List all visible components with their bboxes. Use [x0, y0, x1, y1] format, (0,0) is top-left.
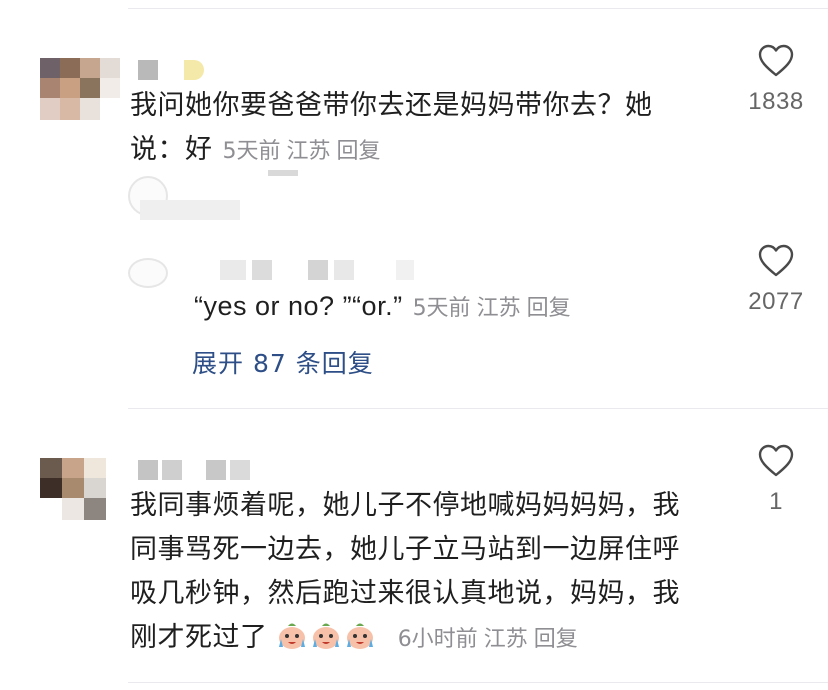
- location: 江苏: [286, 139, 331, 164]
- comment-meta: 6小时前 江苏 回复: [388, 627, 578, 652]
- comment-meta: 5天前 江苏 回复: [213, 139, 381, 164]
- emoji-group: [277, 622, 388, 653]
- avatar[interactable]: [40, 458, 108, 520]
- top-divider: [128, 8, 828, 9]
- timestamp: 5天前: [222, 139, 281, 164]
- avatar[interactable]: [40, 58, 120, 120]
- reply-blurred-line: [140, 200, 240, 220]
- crying-face-emoji: [346, 623, 373, 649]
- username[interactable]: [138, 460, 250, 480]
- heart-outline-icon: [758, 244, 794, 277]
- reply-button[interactable]: 回复: [534, 627, 578, 652]
- comment-text: 我同事烦着呢，她儿子不停地喊妈妈妈妈，我 同事骂死一边去，她儿子立马站到一边屏住…: [130, 490, 680, 653]
- expand-replies-link[interactable]: 展开 87 条回复: [192, 344, 374, 380]
- like-count: 2077: [748, 288, 804, 315]
- crying-face-emoji: [312, 623, 339, 649]
- avatar[interactable]: [128, 258, 168, 288]
- location: 江苏: [483, 627, 528, 652]
- timestamp: 5天前: [412, 296, 471, 321]
- like-count: 1838: [748, 88, 804, 115]
- reply-button[interactable]: 回复: [527, 296, 571, 321]
- reply-content: “yes or no? ”“or.”: [194, 291, 403, 321]
- crying-face-emoji: [278, 623, 305, 649]
- heart-outline-icon: [758, 44, 794, 77]
- username[interactable]: [138, 60, 204, 80]
- timestamp: 6小时前: [397, 627, 478, 652]
- reply-button[interactable]: 回复: [337, 139, 381, 164]
- like-button[interactable]: 2077: [736, 244, 816, 316]
- reply-text: “yes or no? ”“or.” 5天前 江苏 回复: [194, 284, 571, 331]
- like-button[interactable]: 1: [736, 444, 816, 516]
- comment-divider: [128, 408, 828, 409]
- like-count: 1: [769, 488, 783, 515]
- reply-meta: 5天前 江苏 回复: [403, 296, 571, 321]
- heart-outline-icon: [758, 444, 794, 477]
- like-button[interactable]: 1838: [736, 44, 816, 116]
- username[interactable]: [220, 260, 414, 280]
- bottom-divider: [128, 682, 828, 683]
- location: 江苏: [476, 296, 521, 321]
- comment-text: 我问她你要爸爸带你去还是妈妈带你去？她 说：好 5天前 江苏 回复: [130, 90, 653, 165]
